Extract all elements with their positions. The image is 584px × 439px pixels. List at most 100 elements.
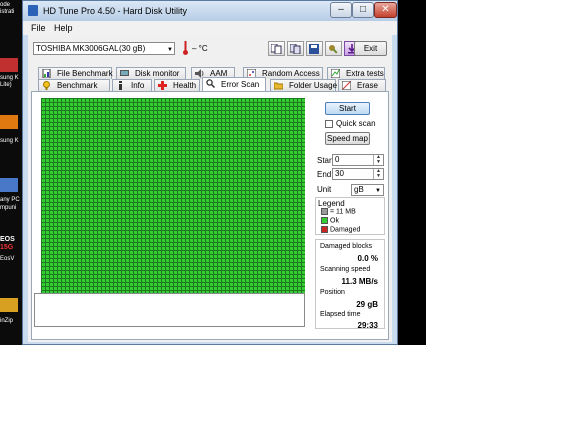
desktop-text: Lite): [0, 82, 12, 88]
quick-scan-label: Quick scan: [336, 119, 376, 128]
desktop-strip: ode istrati sung K Lite) sung K any PC m…: [0, 0, 22, 345]
desktop-text: mpuni: [0, 205, 17, 211]
title-bar[interactable]: HD Tune Pro 4.50 - Hard Disk Utility – □…: [23, 1, 397, 21]
position-label: Position: [320, 289, 345, 296]
legend-text: Ok: [330, 217, 339, 225]
wrench-icon: [329, 45, 338, 54]
erase-icon: [342, 81, 351, 90]
ok-swatch: [321, 217, 328, 224]
legend-block-size: = 11 MB: [321, 208, 356, 215]
start-spinner[interactable]: 0 ▲ ▼: [332, 154, 384, 166]
options-button[interactable]: [325, 41, 342, 56]
tab-label: Erase: [357, 81, 378, 90]
tab-label: Disk monitor: [135, 69, 180, 78]
tab-benchmark[interactable]: Benchmark: [38, 79, 110, 91]
info-icon: [119, 81, 122, 90]
scanning-speed-label: Scanning speed: [320, 266, 371, 273]
spin-arrows-icon[interactable]: ▲ ▼: [373, 155, 383, 165]
end-value: 30: [335, 169, 344, 178]
benchmark-icon: [43, 81, 50, 90]
desktop-text: sung K: [0, 138, 19, 144]
elapsed-time-label: Elapsed time: [320, 311, 361, 318]
tab-error-scan[interactable]: Error Scan: [202, 77, 266, 91]
scan-block-map: [41, 98, 305, 293]
block-swatch: [321, 208, 328, 215]
scanning-speed-value: 11.3 MB/s: [341, 277, 378, 286]
position-value: 29 gB: [356, 300, 378, 309]
tab-health[interactable]: Health: [154, 79, 200, 91]
stats-box: Damaged blocks 0.0 % Scanning speed 11.3…: [315, 239, 385, 330]
start-button[interactable]: Start: [325, 102, 370, 115]
drive-select[interactable]: TOSHIBA MK3006GAL (30 gB) ▼: [33, 42, 175, 55]
spin-arrows-icon[interactable]: ▲ ▼: [373, 169, 383, 179]
damaged-blocks-label: Damaged blocks: [320, 243, 373, 250]
desktop-app-icon[interactable]: [0, 58, 18, 72]
quick-scan-checkbox[interactable]: [325, 120, 333, 128]
elapsed-time-value: 29:33: [357, 321, 378, 330]
desktop-app-icon[interactable]: [0, 298, 18, 312]
desktop-text: EosV: [0, 256, 15, 262]
desktop-app-icon[interactable]: [0, 115, 18, 129]
tab-label: Info: [131, 81, 145, 90]
legend-text: Damaged: [330, 226, 361, 234]
desktop-background: [398, 0, 426, 345]
chevron-down-icon: ▼: [167, 47, 173, 53]
scan-log[interactable]: [34, 293, 305, 327]
extra-tests-icon: [331, 69, 340, 78]
menu-help[interactable]: Help: [54, 23, 73, 33]
folder-icon: [274, 82, 283, 90]
minimize-button[interactable]: –: [330, 2, 352, 18]
desktop-text: 15G: [0, 244, 14, 251]
maximize-button[interactable]: □: [352, 2, 374, 18]
error-scan-panel: Start Quick scan Speed map Start 0 ▲ ▼ En…: [31, 91, 389, 340]
copy-info-button[interactable]: [268, 41, 285, 56]
file-benchmark-icon: [42, 69, 51, 78]
tab-disk-monitor[interactable]: Disk monitor: [116, 67, 186, 79]
end-spinner[interactable]: 30 ▲ ▼: [332, 168, 384, 180]
close-button[interactable]: ✕: [374, 2, 397, 18]
hd-tune-window: HD Tune Pro 4.50 - Hard Disk Utility – □…: [22, 0, 398, 345]
thermometer-icon: [183, 41, 188, 55]
chevron-down-icon: ▼: [375, 188, 381, 194]
desktop-text: inZip: [0, 318, 14, 324]
exit-button[interactable]: Exit: [354, 41, 387, 56]
menu-file[interactable]: File: [31, 23, 46, 33]
legend-ok: Ok: [321, 217, 339, 224]
tab-file-benchmark[interactable]: File Benchmark: [38, 67, 113, 79]
legend-text: = 11 MB: [330, 208, 356, 216]
tab-label: Error Scan: [221, 80, 260, 89]
drive-size: (30 gB): [119, 44, 146, 53]
tab-label: Health: [173, 81, 197, 90]
client-area: TOSHIBA MK3006GAL (30 gB) ▼ – °C Exit Fi…: [28, 35, 392, 342]
legend-title: Legend: [318, 199, 345, 208]
drive-name: TOSHIBA MK3006GAL: [36, 44, 119, 53]
tab-extra-tests[interactable]: Extra tests: [327, 67, 385, 79]
desktop-app-icon[interactable]: [0, 178, 18, 192]
unit-select[interactable]: gB ▼: [351, 184, 384, 196]
tab-label: Folder Usage: [289, 81, 338, 90]
tab-label: File Benchmark: [57, 69, 113, 78]
desktop-text: ode: [0, 2, 11, 8]
tab-label: Random Access: [262, 69, 320, 78]
tab-erase[interactable]: Erase: [338, 79, 386, 91]
tab-label: Extra tests: [346, 69, 384, 78]
desktop-text: any PC: [0, 197, 20, 203]
copy-text-button[interactable]: [287, 41, 304, 56]
damaged-swatch: [321, 226, 328, 233]
temperature-readout: – °C: [192, 44, 208, 53]
tab-info[interactable]: Info: [112, 79, 152, 91]
copy-icon: [271, 44, 282, 54]
damaged-blocks-value: 0.0 %: [357, 254, 378, 263]
unit-label: Unit: [317, 185, 332, 194]
copy-icon: [290, 44, 301, 54]
end-field-label: End: [317, 170, 332, 179]
window-title: HD Tune Pro 4.50 - Hard Disk Utility: [43, 6, 188, 16]
tab-folder-usage[interactable]: Folder Usage: [270, 79, 338, 91]
speed-map-button[interactable]: Speed map: [325, 132, 370, 145]
desktop-text: EOS: [0, 236, 15, 243]
tab-label: Benchmark: [57, 81, 98, 90]
desktop-text: istrati: [0, 9, 15, 15]
menu-bar: File Help: [23, 21, 397, 35]
disk-monitor-icon: [120, 70, 129, 76]
save-button[interactable]: [306, 41, 323, 56]
